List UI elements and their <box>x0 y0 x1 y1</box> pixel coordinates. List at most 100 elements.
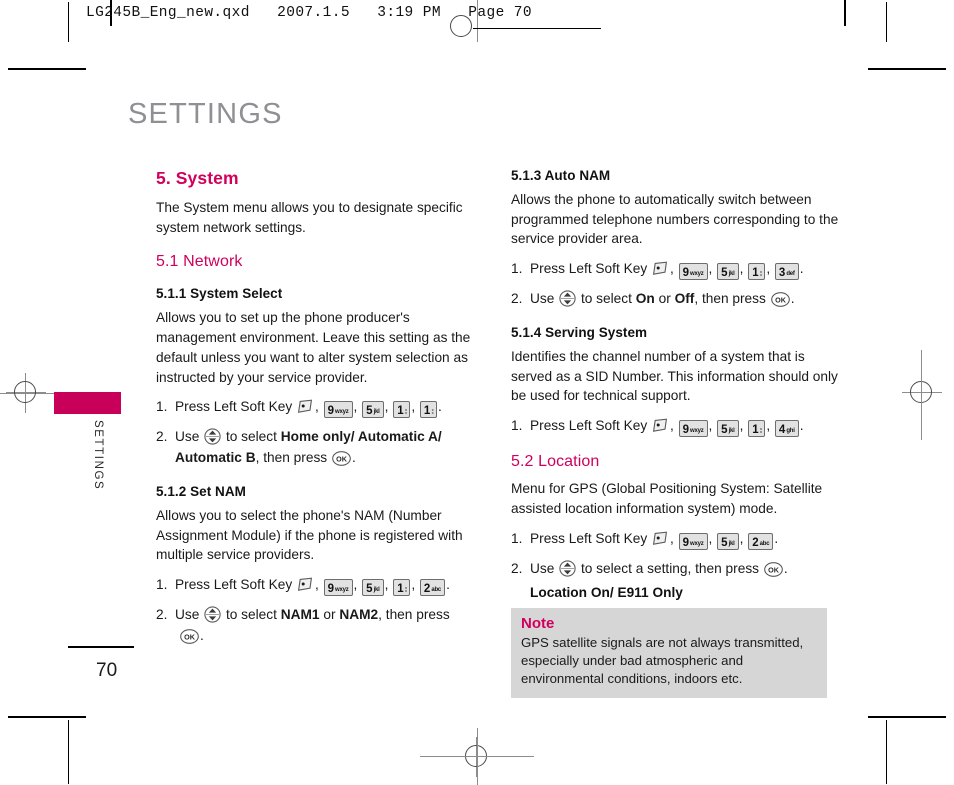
chapter-tab-label: SETTINGS <box>92 420 104 491</box>
paragraph-5-1-3: Allows the phone to automatically switch… <box>511 192 839 247</box>
option-value: Off <box>674 291 695 307</box>
up-down-navigation-key-icon <box>204 428 221 445</box>
up-down-navigation-key-icon <box>559 559 576 577</box>
option-value: Automatic B <box>175 450 256 466</box>
registration-mark-right <box>902 373 942 413</box>
subsection-heading-5-1-network: 5.1 Network <box>156 253 243 271</box>
document-page: LG245B_Eng_new.qxd 2007.1.5 3:19 PM Page… <box>0 0 954 785</box>
step-text: or <box>658 291 671 307</box>
crop-mark-top-right <box>868 68 946 70</box>
left-soft-key-icon <box>652 261 669 276</box>
phone-key-2abc: 2abc <box>748 532 774 550</box>
note-title: Note <box>521 615 555 632</box>
step-text: Use <box>175 607 200 623</box>
step-text: to select <box>225 429 277 445</box>
phone-key-5jkl: 5jkl <box>717 263 739 281</box>
step-text: Use <box>530 560 555 576</box>
step-number: 2. <box>511 291 523 307</box>
option-value: NAM1 <box>280 607 320 623</box>
up-down-navigation-key-icon <box>559 290 576 307</box>
registration-guide-right-v <box>921 350 922 440</box>
step-5-1-1-1: 1. Press Left Soft Key , 9wxyz, 5jkl, 1∶∶… <box>156 399 442 419</box>
heading-5-1-1-system-select: 5.1.1 System Select <box>156 286 283 302</box>
step-5-1-2-2: 2. Use to select NAM1 or NAM2, then press… <box>156 606 450 644</box>
page-frame-rule-right-lower <box>886 720 887 784</box>
step-text: Press Left Soft Key <box>530 530 648 546</box>
phone-key-9wxyz: 9wxyz <box>678 263 708 281</box>
paragraph-5-1-1: Allows you to set up the phone producer'… <box>156 310 471 385</box>
phone-key-9wxyz: 9wxyz <box>678 420 708 438</box>
left-soft-key-icon <box>652 418 669 433</box>
paragraph-5-1-2: Allows you to select the phone's NAM (Nu… <box>156 507 463 563</box>
phone-key-1dots: 1∶∶ <box>748 263 766 281</box>
step-number: 2. <box>156 429 168 445</box>
step-number: 1. <box>511 418 523 434</box>
step-text: Use <box>530 291 555 307</box>
heading-5-1-4-serving-system: 5.1.4 Serving System <box>511 324 648 340</box>
option-value: Home only/ Automatic A/ <box>280 429 442 445</box>
step-text: Use <box>175 429 200 445</box>
step-text: , then press <box>255 450 328 466</box>
svg-text:OK: OK <box>775 296 787 305</box>
registration-mark-left <box>6 373 46 413</box>
step-5-1-3-1: 1. Press Left Soft Key , 9wxyz, 5jkl, 1∶∶… <box>511 261 804 281</box>
step-number: 1. <box>511 530 523 546</box>
phone-key-3def: 3def <box>774 263 799 281</box>
step-text: to select a setting, then press <box>580 560 760 576</box>
phone-key-5jkl: 5jkl <box>717 532 739 550</box>
phone-key-9wxyz: 9wxyz <box>678 532 708 550</box>
step-number: 1. <box>156 399 168 415</box>
option-value: NAM2 <box>339 607 379 623</box>
phone-key-1dots: 1∶∶ <box>393 579 411 597</box>
step-number: 2. <box>511 560 523 576</box>
phone-key-1dots: 1∶∶ <box>419 401 437 419</box>
step-number: 2. <box>156 607 168 623</box>
step-text: Press Left Soft Key <box>530 418 648 434</box>
chapter-tab-block <box>54 392 121 414</box>
left-column: 5. System The System menu allows you to … <box>156 168 490 647</box>
phone-key-5jkl: 5jkl <box>362 401 384 419</box>
page-number-rule <box>68 646 134 648</box>
step-5-2-2: 2. Use to select a setting, then press OK… <box>511 559 845 580</box>
step-number: 1. <box>156 577 168 593</box>
crop-mark-bottom-right <box>868 716 946 718</box>
left-soft-key-icon <box>297 577 314 592</box>
step-text: , then press <box>378 607 450 623</box>
step-5-1-2-1: 1. Press Left Soft Key , 9wxyz, 5jkl, 1∶∶… <box>156 577 450 597</box>
heading-5-1-2-set-nam: 5.1.2 Set NAM <box>156 483 246 499</box>
step-5-2-1: 1. Press Left Soft Key , 9wxyz, 5jkl, 2ab… <box>511 530 779 550</box>
phone-key-9wxyz: 9wxyz <box>323 579 353 597</box>
registration-mark-header <box>442 7 482 47</box>
crop-mark-bottom-left <box>8 716 86 718</box>
step-text: , then press <box>694 291 766 307</box>
section-heading-5-system: 5. System <box>156 168 239 188</box>
step-5-1-3-2: 2. Use to select On or Off, then press OK… <box>511 289 845 310</box>
step-text: or <box>323 607 336 623</box>
right-column: 5.1.3 Auto NAM Allows the phone to autom… <box>511 168 845 600</box>
phone-key-1dots: 1∶∶ <box>748 420 766 438</box>
location-options-line: Location On/ E911 Only <box>530 585 683 601</box>
svg-text:OK: OK <box>336 455 348 464</box>
step-text: to select <box>580 291 632 307</box>
option-value: On <box>635 291 655 307</box>
paragraph-5-1-4: Identifies the channel number of a syste… <box>511 348 838 404</box>
step-text: Press Left Soft Key <box>175 399 293 415</box>
subsection-heading-5-2-location: 5.2 Location <box>511 453 600 471</box>
left-soft-key-icon <box>297 399 314 414</box>
ok-key-icon: OK <box>770 292 790 308</box>
step-text: Press Left Soft Key <box>175 577 293 593</box>
crop-mark-top-left <box>8 68 86 70</box>
svg-text:OK: OK <box>184 633 196 642</box>
note-body: GPS satellite signals are not always tra… <box>521 635 804 687</box>
ok-key-icon: OK <box>180 629 199 644</box>
step-5-1-1-2: 2. Use to select Home only/ Automatic A/ … <box>156 428 442 466</box>
section-intro-paragraph: The System menu allows you to designate … <box>156 200 463 235</box>
page-title: SETTINGS <box>128 98 283 130</box>
left-soft-key-icon <box>652 531 669 546</box>
ok-key-icon: OK <box>332 451 351 466</box>
step-text: Press Left Soft Key <box>530 261 648 277</box>
registration-guide-bottom-center <box>477 728 478 785</box>
phone-key-2abc: 2abc <box>419 579 446 597</box>
phone-key-5jkl: 5jkl <box>362 579 384 597</box>
ok-key-icon: OK <box>763 561 783 577</box>
